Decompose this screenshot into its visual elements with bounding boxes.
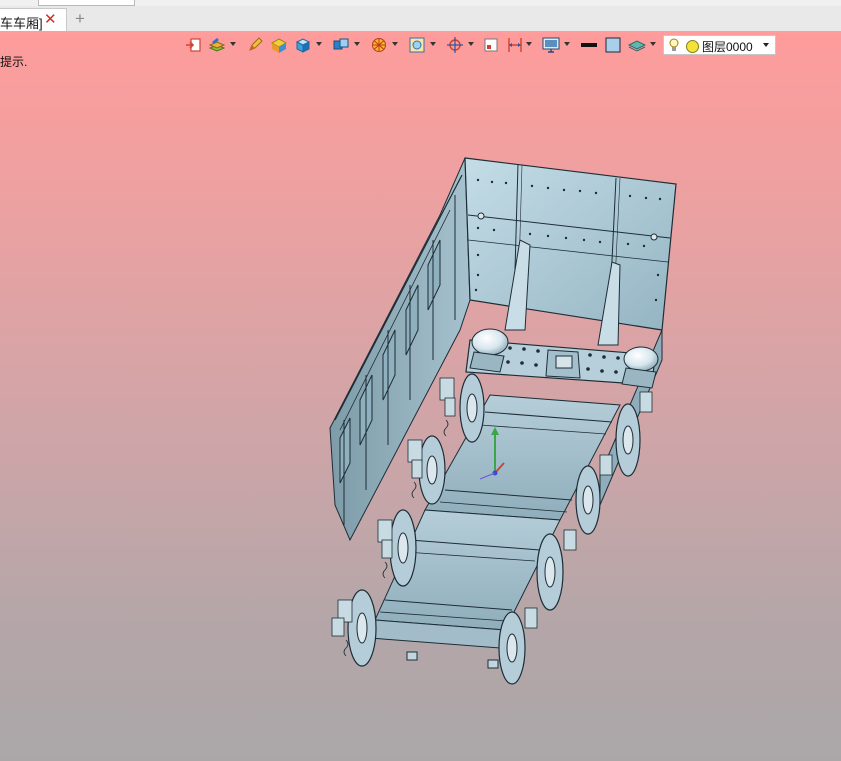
3d-viewport[interactable]: 提示. 图层0000 <box>0 31 841 761</box>
tab-document-car-body[interactable]: 车车厢] ✕ <box>0 8 67 31</box>
close-icon[interactable]: ✕ <box>44 10 57 28</box>
cad-application-window: 车车厢] ✕ + 提示. 图层0000 <box>0 0 841 761</box>
mine-car-model[interactable] <box>0 31 841 761</box>
end-buffer-beam <box>465 328 659 389</box>
front-end-wall <box>464 157 677 331</box>
tab-label: 车车厢] <box>0 16 43 31</box>
document-tab-bar: 车车厢] ✕ + <box>0 6 841 32</box>
add-tab-icon[interactable]: + <box>75 9 85 29</box>
axis-triad-icon <box>480 427 505 480</box>
